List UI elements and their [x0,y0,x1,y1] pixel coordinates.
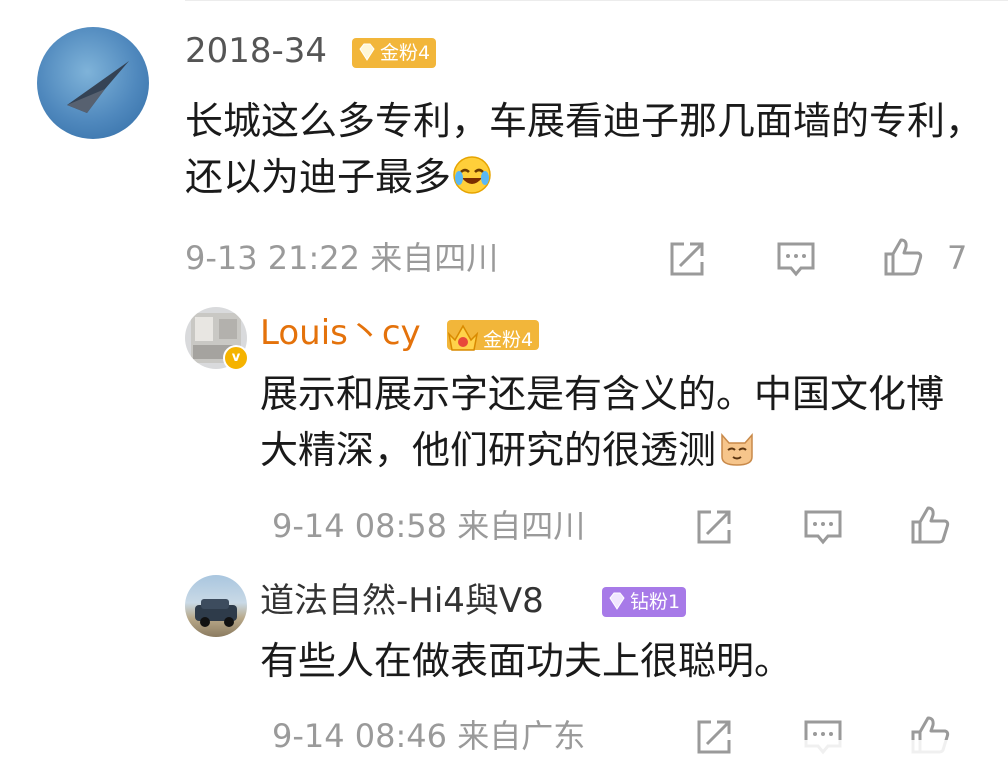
repost-icon [697,720,731,754]
repost-icon [697,510,731,544]
fan-badge-label: 钻粉1 [630,591,681,613]
fan-badge: 钻粉1 [602,587,687,617]
comment-text: 长城这么多专利，车展看迪子那几面墙的专利，还以为迪子最多 [185,99,984,199]
reply-meta: 9-14 08:46 来自广东 [272,717,586,755]
reply-text: 有些人在做表面功夫上很聪明。 [260,639,793,683]
fan-badge: 金粉4 [447,320,540,351]
fan-badge: 金粉4 [352,38,437,68]
cat-emoji [721,433,753,466]
fan-badge-label: 金粉4 [380,42,431,64]
watermark-overlay [780,740,1000,776]
comment-icon [804,510,842,545]
like-count: 7 [947,239,968,277]
comment-button[interactable] [800,504,846,550]
like-button[interactable] [907,502,953,548]
avatar[interactable]: v [185,307,249,371]
comment-button[interactable] [773,236,819,282]
repost-icon [670,242,704,276]
avatar[interactable] [37,27,149,139]
comment-meta: 9-13 21:22 来自四川 [185,239,499,277]
reply-text: 展示和展示字还是有含义的。中国文化博大精深，他们研究的很透测 [260,372,945,472]
crown-icon [447,324,479,351]
diamond-icon [609,592,625,610]
divider-top [185,0,1008,1]
repost-button[interactable] [691,504,737,550]
like-icon [884,238,923,276]
username[interactable]: Louis丶cy [260,313,421,353]
username[interactable]: 2018-34 [185,31,327,71]
verified-badge: v [223,345,249,371]
like-button[interactable] [880,234,926,280]
comment-icon [777,242,815,277]
repost-button[interactable] [664,236,710,282]
username[interactable]: 道法自然-Hi4與V8 [260,581,544,621]
repost-button[interactable] [691,714,737,760]
avatar[interactable] [185,575,247,637]
laugh-cry-emoji [453,156,491,194]
like-icon [911,506,950,544]
fan-badge-label: 金粉4 [483,329,534,351]
reply-meta: 9-14 08:58 来自四川 [272,507,586,545]
gem-icon [359,43,375,61]
